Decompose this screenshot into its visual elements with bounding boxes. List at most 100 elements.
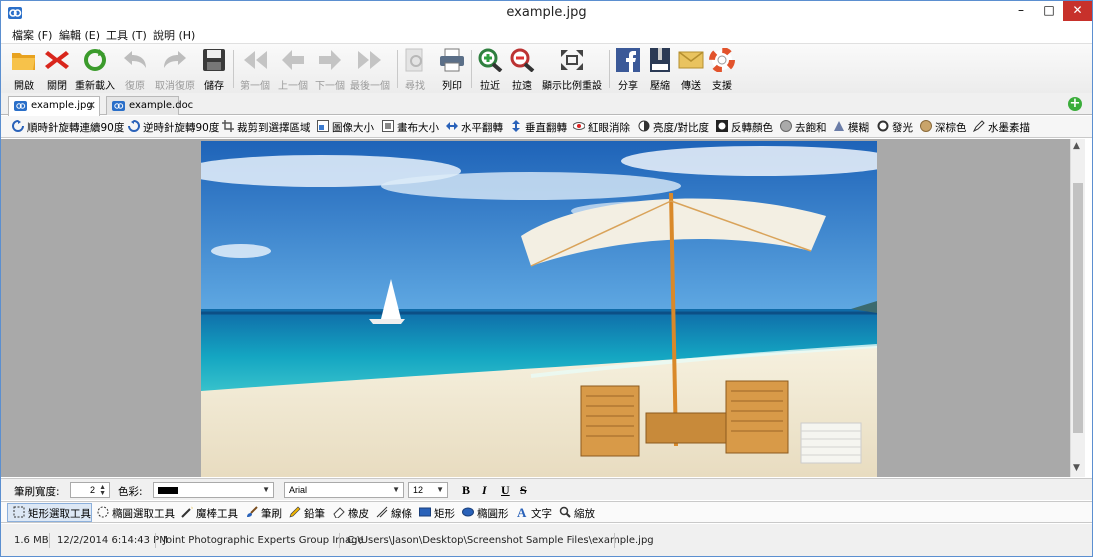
- brush-tool[interactable]: 筆刷: [246, 506, 282, 521]
- support-label: 支援: [712, 81, 732, 92]
- tool-properties-bar: 筆刷寬度: 2 ▲ ▼ 色彩: ▼ Arial ▼ 12 ▼ B I U S: [1, 478, 1092, 500]
- add-tab-icon[interactable]: +: [1068, 97, 1082, 111]
- brush-width-stepper[interactable]: 2 ▲ ▼: [70, 482, 110, 498]
- find-button[interactable]: 尋找: [401, 48, 429, 92]
- zoom-out-label: 拉遠: [512, 81, 532, 92]
- tab-close-icon[interactable]: ✕: [87, 99, 96, 112]
- menu-bar: 檔案 (F) 編輯 (E) 工具 (T) 說明 (H): [1, 25, 1092, 43]
- toolbar-separator: [471, 50, 472, 88]
- undo-button[interactable]: 復原: [121, 48, 149, 92]
- ink-sketch-button[interactable]: 水墨素描: [973, 120, 1030, 135]
- find-icon: [405, 48, 423, 72]
- close-window-button[interactable]: ✕: [1063, 1, 1092, 21]
- bold-button[interactable]: B: [462, 483, 470, 498]
- pencil-tool[interactable]: 鉛筆: [289, 506, 325, 521]
- image-size-button[interactable]: 圖像大小: [317, 120, 374, 135]
- magic-wand-label: 魔棒工具: [196, 508, 238, 520]
- first-button[interactable]: 第一個: [237, 48, 273, 92]
- blur-button[interactable]: 模糊: [833, 120, 869, 135]
- compress-button[interactable]: 壓縮: [646, 48, 674, 92]
- invert-colors-button[interactable]: 反轉顏色: [716, 120, 773, 135]
- image-file-icon: [14, 101, 27, 111]
- pencil-label: 鉛筆: [304, 508, 325, 520]
- scroll-up-icon[interactable]: ▲: [1073, 141, 1080, 151]
- last-button[interactable]: 最後一個: [348, 48, 392, 92]
- reload-button[interactable]: 重新載入: [73, 48, 117, 92]
- status-file-size: 1.6 MB: [14, 535, 49, 546]
- underline-button[interactable]: U: [501, 483, 510, 498]
- zoom-out-button[interactable]: 拉遠: [508, 48, 536, 92]
- ellipse-select-label: 橢圓選取工具: [112, 508, 175, 520]
- crop-button[interactable]: 裁剪到選擇區域: [222, 120, 311, 135]
- status-separator: [614, 533, 615, 548]
- beach-photo[interactable]: [201, 141, 877, 477]
- color-picker[interactable]: ▼: [153, 482, 274, 498]
- window-title: example.jpg: [506, 5, 587, 20]
- strikethrough-button[interactable]: S: [520, 483, 527, 498]
- compress-label: 壓縮: [650, 81, 670, 92]
- share-button[interactable]: 分享: [614, 48, 642, 92]
- menu-file[interactable]: 檔案 (F): [12, 27, 52, 43]
- red-eye-button[interactable]: 紅眼消除: [573, 120, 630, 135]
- flip-vertical-button[interactable]: 垂直翻轉: [510, 120, 567, 135]
- font-family-value: Arial: [289, 485, 308, 495]
- minimize-button[interactable]: –: [1007, 1, 1035, 21]
- color-swatch: [158, 487, 178, 494]
- menu-edit[interactable]: 編輯 (E): [59, 27, 100, 43]
- ellipse-tool[interactable]: 橢圓形: [462, 506, 509, 521]
- brush-icon: [247, 506, 258, 517]
- next-button[interactable]: 下一個: [312, 48, 348, 92]
- vertical-scrollbar[interactable]: ▲ ▼: [1070, 139, 1085, 477]
- scroll-down-icon[interactable]: ▼: [1073, 463, 1080, 473]
- line-tool[interactable]: 線條: [376, 506, 412, 521]
- open-button[interactable]: 開啟: [9, 48, 39, 92]
- italic-button[interactable]: I: [482, 483, 487, 498]
- red-eye-label: 紅眼消除: [588, 122, 630, 134]
- maximize-button[interactable]: □: [1035, 1, 1063, 21]
- sepia-button[interactable]: 深棕色: [920, 120, 967, 135]
- rotate-cw-button[interactable]: 順時針旋轉連續90度: [12, 120, 124, 135]
- blur-icon: [834, 121, 844, 131]
- font-family-select[interactable]: Arial ▼: [284, 482, 404, 498]
- zoom-reset-label: 顯示比例重設: [542, 81, 602, 92]
- send-button[interactable]: 傳送: [677, 48, 705, 92]
- print-button[interactable]: 列印: [438, 48, 466, 92]
- flip-horizontal-button[interactable]: 水平翻轉: [446, 120, 503, 135]
- document-tab-bar: example.jpg ✕ example.doc +: [1, 93, 1092, 116]
- tab-example-jpg[interactable]: example.jpg ✕: [8, 96, 100, 116]
- magic-wand-tool[interactable]: 魔棒工具: [181, 506, 238, 521]
- font-size-select[interactable]: 12 ▼: [408, 482, 448, 498]
- ellipse-select-tool[interactable]: 橢圓選取工具: [97, 506, 175, 521]
- close-button[interactable]: 關閉: [42, 48, 72, 92]
- zoom-reset-button[interactable]: 顯示比例重設: [540, 48, 604, 92]
- redo-button[interactable]: 取消復原: [152, 48, 198, 92]
- rotate-ccw-label: 逆時針旋轉90度: [143, 122, 220, 134]
- menu-help[interactable]: 說明 (H): [153, 27, 195, 43]
- tab-example-doc[interactable]: example.doc: [106, 96, 193, 115]
- text-tool[interactable]: A 文字: [516, 506, 552, 521]
- redo-icon: [164, 51, 186, 68]
- scroll-thumb[interactable]: [1073, 183, 1083, 433]
- flip-horizontal-icon: [446, 122, 458, 130]
- menu-tools[interactable]: 工具 (T): [106, 27, 147, 43]
- support-button[interactable]: 支援: [708, 48, 736, 92]
- close-label: 關閉: [47, 81, 67, 92]
- zoom-tool[interactable]: 縮放: [559, 506, 595, 521]
- rect-select-tool[interactable]: 矩形選取工具: [13, 506, 91, 521]
- zoom-in-button[interactable]: 拉近: [476, 48, 504, 92]
- image-canvas[interactable]: [1, 139, 1070, 477]
- zoom-label: 縮放: [574, 508, 595, 520]
- eraser-tool[interactable]: 橡皮: [333, 506, 369, 521]
- rectangle-tool[interactable]: 矩形: [419, 506, 455, 521]
- desaturate-button[interactable]: 去飽和: [780, 120, 827, 135]
- brightness-contrast-button[interactable]: 亮度/對比度: [638, 120, 709, 135]
- save-button[interactable]: 儲存: [200, 48, 228, 92]
- canvas-size-button[interactable]: 畫布大小: [382, 120, 439, 135]
- rotate-ccw-button[interactable]: 逆時針旋轉90度: [128, 120, 219, 135]
- previous-button[interactable]: 上一個: [275, 48, 311, 92]
- glow-button[interactable]: 發光: [877, 120, 913, 135]
- status-date: 12/2/2014 6:14:43 PM: [57, 535, 168, 546]
- rectangle-icon: [419, 507, 431, 517]
- ellipse-icon: [462, 507, 474, 517]
- brightness-icon: [638, 120, 650, 132]
